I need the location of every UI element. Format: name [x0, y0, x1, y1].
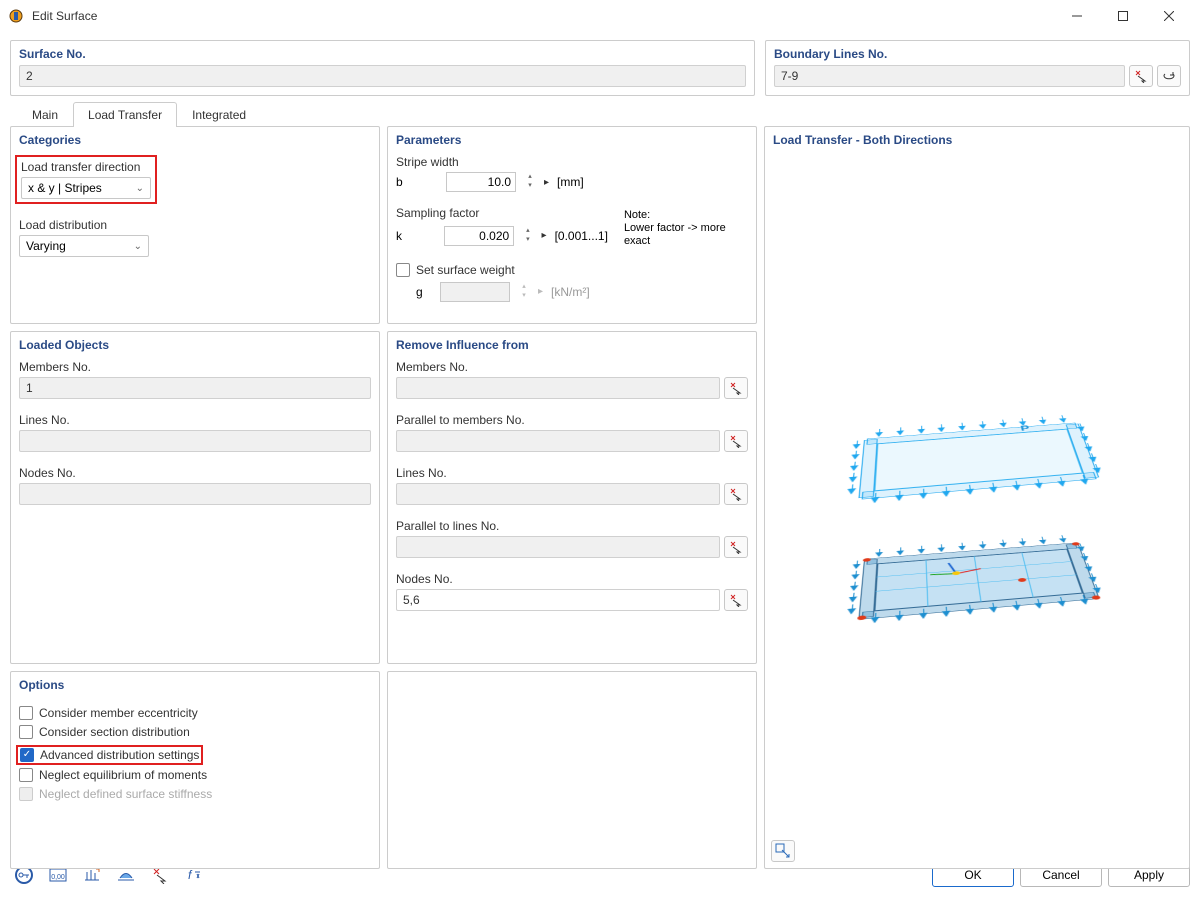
boundary-lines-label: Boundary Lines No.: [774, 47, 1181, 61]
preview-settings-button[interactable]: [771, 840, 795, 862]
remove-lines-input[interactable]: [396, 483, 720, 505]
delete-pick-icon: [729, 487, 743, 501]
weight-symbol: g: [416, 285, 432, 299]
loaded-members-input[interactable]: [19, 377, 371, 399]
weight-spinner: ▴▾: [518, 283, 530, 301]
load-distribution-dropdown[interactable]: Varying ⌄: [19, 235, 149, 257]
delete-pick-icon: [729, 434, 743, 448]
delete-pick-icon: [729, 381, 743, 395]
remove-par-members-input[interactable]: [396, 430, 720, 452]
options-panel: Options Consider member eccentricity Con…: [10, 671, 380, 869]
remove-lines-label: Lines No.: [396, 466, 748, 480]
sampling-input[interactable]: [444, 226, 514, 246]
load-transfer-diagram: p: [827, 368, 1127, 628]
flip-orientation-button[interactable]: [1157, 65, 1181, 87]
parameters-panel: Parameters Stripe width b ▴▾ ▸ [mm] Samp…: [387, 126, 757, 324]
tab-integrated[interactable]: Integrated: [177, 102, 261, 127]
set-surface-weight-check[interactable]: Set surface weight: [396, 263, 748, 277]
load-direction-label: Load transfer direction: [21, 160, 151, 174]
boundary-lines-panel: Boundary Lines No.: [765, 40, 1190, 96]
remove-nodes-label: Nodes No.: [396, 572, 748, 586]
delete-pick-icon: [729, 593, 743, 607]
title-bar: Edit Surface: [0, 0, 1200, 32]
remove-par-lines-input[interactable]: [396, 536, 720, 558]
remove-influence-panel: Remove Influence from Members No. Parall…: [387, 331, 757, 664]
close-button[interactable]: [1146, 0, 1192, 32]
svg-text:0,00: 0,00: [51, 874, 65, 881]
preview-title: Load Transfer - Both Directions: [773, 133, 1181, 147]
option-neglect-moments[interactable]: Neglect equilibrium of moments: [19, 768, 371, 782]
categories-panel: Categories Load transfer direction x & y…: [10, 126, 380, 324]
loaded-lines-input[interactable]: [19, 430, 371, 452]
load-direction-value: x & y | Stripes: [28, 181, 102, 195]
loaded-nodes-input[interactable]: [19, 483, 371, 505]
option-neglect-stiffness: Neglect defined surface stiffness: [19, 787, 371, 801]
stripe-symbol: b: [396, 175, 412, 189]
tab-bar: Main Load Transfer Integrated: [10, 102, 1190, 127]
stripe-width-label: Stripe width: [396, 155, 748, 169]
svg-text:f: f: [188, 868, 193, 882]
play-icon[interactable]: ▸: [544, 177, 549, 188]
boundary-lines-input[interactable]: [774, 65, 1125, 87]
surface-no-panel: Surface No.: [10, 40, 755, 96]
parameters-title: Parameters: [396, 133, 748, 147]
preview-settings-icon: [775, 843, 791, 859]
play-icon[interactable]: ▸: [542, 230, 547, 241]
delete-pick-icon: [729, 540, 743, 554]
loaded-nodes-label: Nodes No.: [19, 466, 371, 480]
maximize-button[interactable]: [1100, 0, 1146, 32]
remove-members-label: Members No.: [396, 360, 748, 374]
tab-load-transfer[interactable]: Load Transfer: [73, 102, 177, 127]
remove-lines-pick[interactable]: [724, 483, 748, 505]
loaded-lines-label: Lines No.: [19, 413, 371, 427]
surface-no-label: Surface No.: [19, 47, 746, 61]
loaded-objects-panel: Loaded Objects Members No. Lines No. Nod…: [10, 331, 380, 664]
remove-title: Remove Influence from: [396, 338, 748, 352]
option-section[interactable]: Consider section distribution: [19, 725, 371, 739]
remove-par-lines-pick[interactable]: [724, 536, 748, 558]
chevron-down-icon: ⌄: [134, 241, 142, 252]
pick-lines-button[interactable]: [1129, 65, 1153, 87]
delete-pick-icon: [1134, 69, 1148, 83]
remove-nodes-input[interactable]: [396, 589, 720, 611]
window-title: Edit Surface: [32, 9, 1054, 23]
chevron-down-icon: ⌄: [136, 183, 144, 194]
remove-members-pick[interactable]: [724, 377, 748, 399]
remove-par-members-label: Parallel to members No.: [396, 413, 748, 427]
load-symbol: p: [1019, 423, 1030, 431]
load-distribution-label: Load distribution: [19, 218, 371, 232]
sampling-range: [0.001...1]: [555, 229, 608, 243]
remove-par-members-pick[interactable]: [724, 430, 748, 452]
categories-title: Categories: [19, 133, 371, 147]
option-eccentricity[interactable]: Consider member eccentricity: [19, 706, 371, 720]
flip-icon: [1162, 69, 1176, 83]
app-icon: [8, 8, 24, 24]
loaded-members-label: Members No.: [19, 360, 371, 374]
note-label: Note:: [624, 209, 748, 222]
remove-par-lines-label: Parallel to lines No.: [396, 519, 748, 533]
remove-members-input[interactable]: [396, 377, 720, 399]
note-text: Lower factor -> more exact: [624, 222, 748, 248]
surface-no-input[interactable]: [19, 65, 746, 87]
stripe-width-input[interactable]: [446, 172, 516, 192]
empty-panel: [387, 671, 757, 869]
tab-main[interactable]: Main: [17, 102, 73, 127]
loaded-objects-title: Loaded Objects: [19, 338, 371, 352]
option-advanced[interactable]: Advanced distribution settings: [20, 748, 199, 762]
weight-input: [440, 282, 510, 302]
minimize-button[interactable]: [1054, 0, 1100, 32]
load-distribution-value: Varying: [26, 239, 66, 253]
sampling-spinner[interactable]: ▴▾: [522, 227, 533, 245]
weight-unit: [kN/m²]: [551, 285, 590, 299]
stripe-unit: [mm]: [557, 175, 584, 189]
sampling-symbol: k: [396, 229, 411, 243]
play-icon: ▸: [538, 286, 543, 297]
load-direction-dropdown[interactable]: x & y | Stripes ⌄: [21, 177, 151, 199]
preview-panel: Load Transfer - Both Directions p: [764, 126, 1190, 869]
remove-nodes-pick[interactable]: [724, 589, 748, 611]
stripe-spinner[interactable]: ▴▾: [524, 173, 536, 191]
options-title: Options: [19, 678, 371, 692]
